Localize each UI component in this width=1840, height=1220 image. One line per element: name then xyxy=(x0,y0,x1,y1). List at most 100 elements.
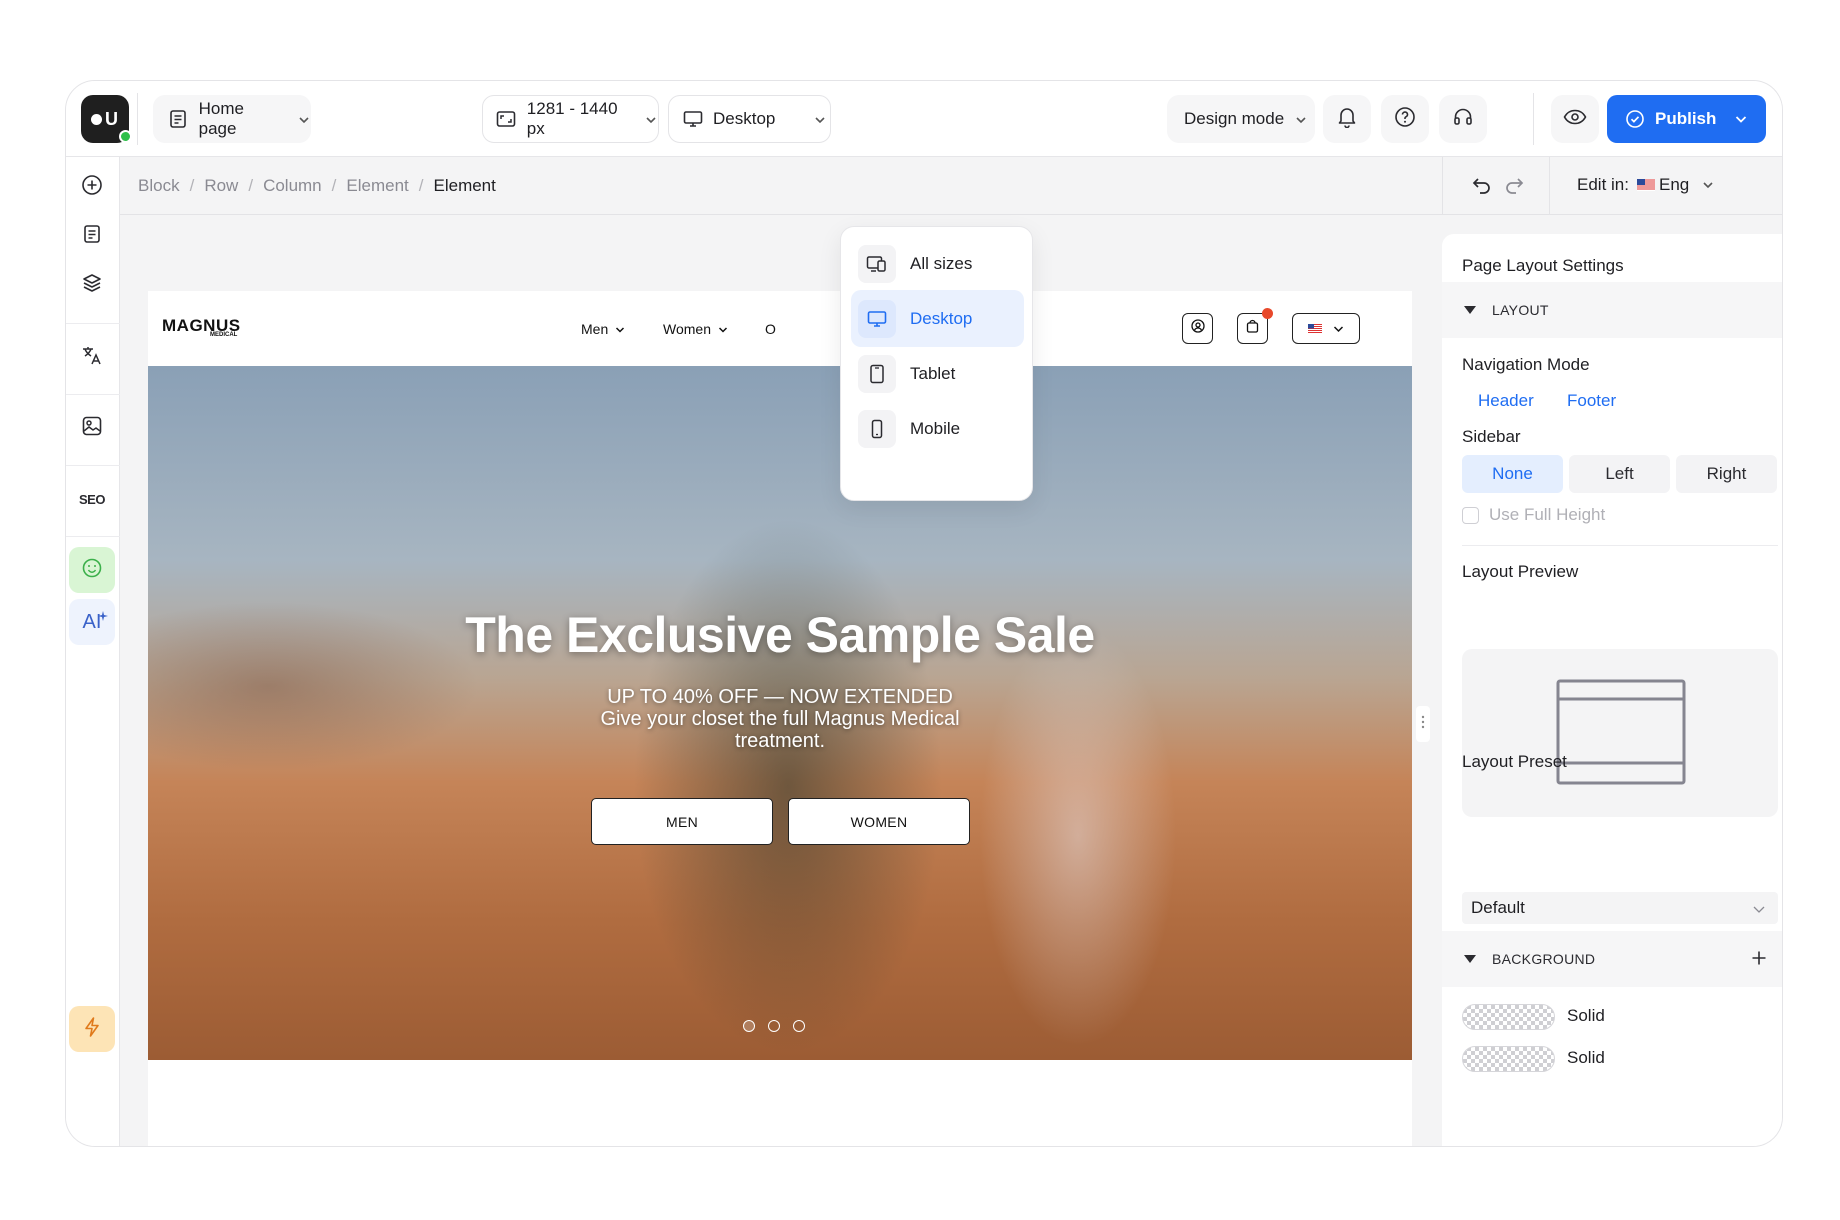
carousel-dot[interactable] xyxy=(743,1020,755,1032)
device-option-mobile[interactable]: Mobile xyxy=(851,400,1024,457)
mode-selector-label: Design mode xyxy=(1184,109,1285,128)
breadcrumb-item[interactable]: Block xyxy=(138,176,180,196)
layout-preset-value: Default xyxy=(1471,898,1525,917)
canvas-resize-handle[interactable] xyxy=(1416,706,1430,742)
quick-actions-button[interactable] xyxy=(69,1006,115,1052)
device-option-tablet[interactable]: Tablet xyxy=(851,345,1024,402)
support-button[interactable] xyxy=(1439,95,1487,143)
site-nav-women[interactable]: Women xyxy=(663,321,728,337)
top-bar: U Home page 1281 - 1440 px Desktop Desig… xyxy=(66,81,1782,157)
nav-mode-footer-option[interactable]: Footer xyxy=(1567,391,1616,411)
help-icon xyxy=(1394,106,1416,133)
hero-men-button[interactable]: MEN xyxy=(591,798,773,845)
hero-subtitle: UP TO 40% OFF — NOW EXTENDED Give your c… xyxy=(148,686,1412,752)
site-account-button[interactable] xyxy=(1182,313,1213,344)
background-swatch[interactable] xyxy=(1462,1046,1555,1072)
viewport-range-label: 1281 - 1440 px xyxy=(526,99,618,138)
site-header[interactable]: MAGNUS MEDICAL Men Women O Us xyxy=(148,291,1412,366)
sidebar-option-left[interactable]: Left xyxy=(1569,455,1670,493)
breadcrumb-item[interactable]: Row xyxy=(204,176,238,196)
media-button[interactable] xyxy=(69,405,115,451)
section-label: LAYOUT xyxy=(1492,302,1549,318)
redo-icon[interactable] xyxy=(1503,175,1525,200)
layout-preset-select[interactable]: Default xyxy=(1462,892,1778,924)
navigation-mode-label: Navigation Mode xyxy=(1462,355,1590,374)
settings-panel: Page Layout Settings LAYOUT Navigation M… xyxy=(1442,234,1782,1146)
divider xyxy=(66,465,120,466)
divider xyxy=(1549,157,1550,215)
preview-button[interactable] xyxy=(1551,95,1599,143)
add-button[interactable] xyxy=(69,164,115,210)
viewport-range-selector[interactable]: 1281 - 1440 px xyxy=(482,95,659,143)
device-option-desktop[interactable]: Desktop xyxy=(851,290,1024,347)
device-option-all-sizes[interactable]: All sizes xyxy=(851,235,1024,292)
undo-icon[interactable] xyxy=(1471,175,1493,200)
pages-button[interactable] xyxy=(69,213,115,259)
history-language-bar: Edit in: Eng xyxy=(1442,157,1782,215)
breadcrumb-current: Element xyxy=(433,176,496,195)
chevron-down-icon xyxy=(813,112,827,126)
nav-mode-header-option[interactable]: Header xyxy=(1478,391,1534,411)
background-swatch[interactable] xyxy=(1462,1004,1555,1030)
carousel-indicators xyxy=(743,1020,805,1032)
sparkle-icon xyxy=(98,604,108,627)
app-window: U Home page 1281 - 1440 px Desktop Desig… xyxy=(65,80,1783,1147)
edit-language-selector[interactable]: Edit in: Eng xyxy=(1577,175,1715,195)
online-status-dot xyxy=(119,130,132,143)
chevron-down-icon xyxy=(1701,178,1715,192)
nav-label: Women xyxy=(663,321,711,337)
page-canvas[interactable]: MAGNUS MEDICAL Men Women O Us xyxy=(148,291,1412,1146)
full-height-checkbox[interactable]: Use Full Height xyxy=(1462,505,1605,525)
device-option-label: Mobile xyxy=(910,418,961,438)
breadcrumb-item[interactable]: Element xyxy=(346,176,408,196)
us-flag-icon xyxy=(1636,179,1655,191)
all-sizes-icon xyxy=(858,244,896,283)
page-selector-label: Home page xyxy=(198,99,244,138)
divider xyxy=(66,394,120,395)
site-nav-men[interactable]: Men xyxy=(581,321,625,337)
left-toolbar: SEO AI xyxy=(66,157,120,1146)
hero-women-button[interactable]: WOMEN xyxy=(788,798,970,845)
bag-icon xyxy=(1246,319,1259,338)
carousel-dot[interactable] xyxy=(793,1020,805,1032)
logo-text: U xyxy=(105,108,119,129)
site-logo[interactable]: MAGNUS MEDICAL xyxy=(162,317,241,338)
hero-banner[interactable]: The Exclusive Sample Sale UP TO 40% OFF … xyxy=(148,366,1412,1060)
breadcrumb-item[interactable]: Column xyxy=(263,176,322,196)
sidebar-option-right[interactable]: Right xyxy=(1676,455,1777,493)
checkbox-box xyxy=(1462,506,1479,524)
desktop-icon xyxy=(858,299,896,338)
smiley-button[interactable] xyxy=(69,547,115,593)
notifications-button[interactable] xyxy=(1323,95,1371,143)
sidebar-option-none[interactable]: None xyxy=(1462,455,1563,493)
translate-button[interactable] xyxy=(69,334,115,380)
user-icon xyxy=(1190,319,1205,338)
layout-preview-label: Layout Preview xyxy=(1462,562,1579,581)
help-button[interactable] xyxy=(1381,95,1429,143)
device-selector[interactable]: Desktop xyxy=(668,95,831,143)
site-nav-other[interactable]: O xyxy=(765,321,776,337)
page-selector[interactable]: Home page xyxy=(153,95,311,143)
background-section-header[interactable]: BACKGROUND xyxy=(1442,931,1782,987)
carousel-dot[interactable] xyxy=(768,1020,780,1032)
mode-selector[interactable]: Design mode xyxy=(1167,95,1315,143)
background-type-label: Solid xyxy=(1567,1006,1605,1025)
site-locale-selector[interactable] xyxy=(1292,313,1360,344)
add-background-icon[interactable] xyxy=(1751,950,1767,971)
plus-circle-icon xyxy=(81,174,103,201)
page-icon xyxy=(167,108,189,130)
layers-button[interactable] xyxy=(69,262,115,308)
cart-badge xyxy=(1262,308,1273,319)
ai-assistant-button[interactable]: AI xyxy=(69,599,115,645)
publish-button[interactable]: Publish xyxy=(1607,95,1766,143)
layout-section-header[interactable]: LAYOUT xyxy=(1442,282,1782,338)
sidebar-segmented-control: None Left Right xyxy=(1462,455,1778,493)
divider xyxy=(1533,93,1534,145)
device-option-label: Tablet xyxy=(910,363,956,383)
chevron-down-icon[interactable] xyxy=(1734,112,1748,126)
chevron-down-icon xyxy=(644,112,658,126)
layers-icon xyxy=(81,272,103,299)
bolt-icon xyxy=(82,1016,102,1043)
seo-button[interactable]: SEO xyxy=(69,476,115,522)
chevron-down-icon xyxy=(1294,112,1308,126)
